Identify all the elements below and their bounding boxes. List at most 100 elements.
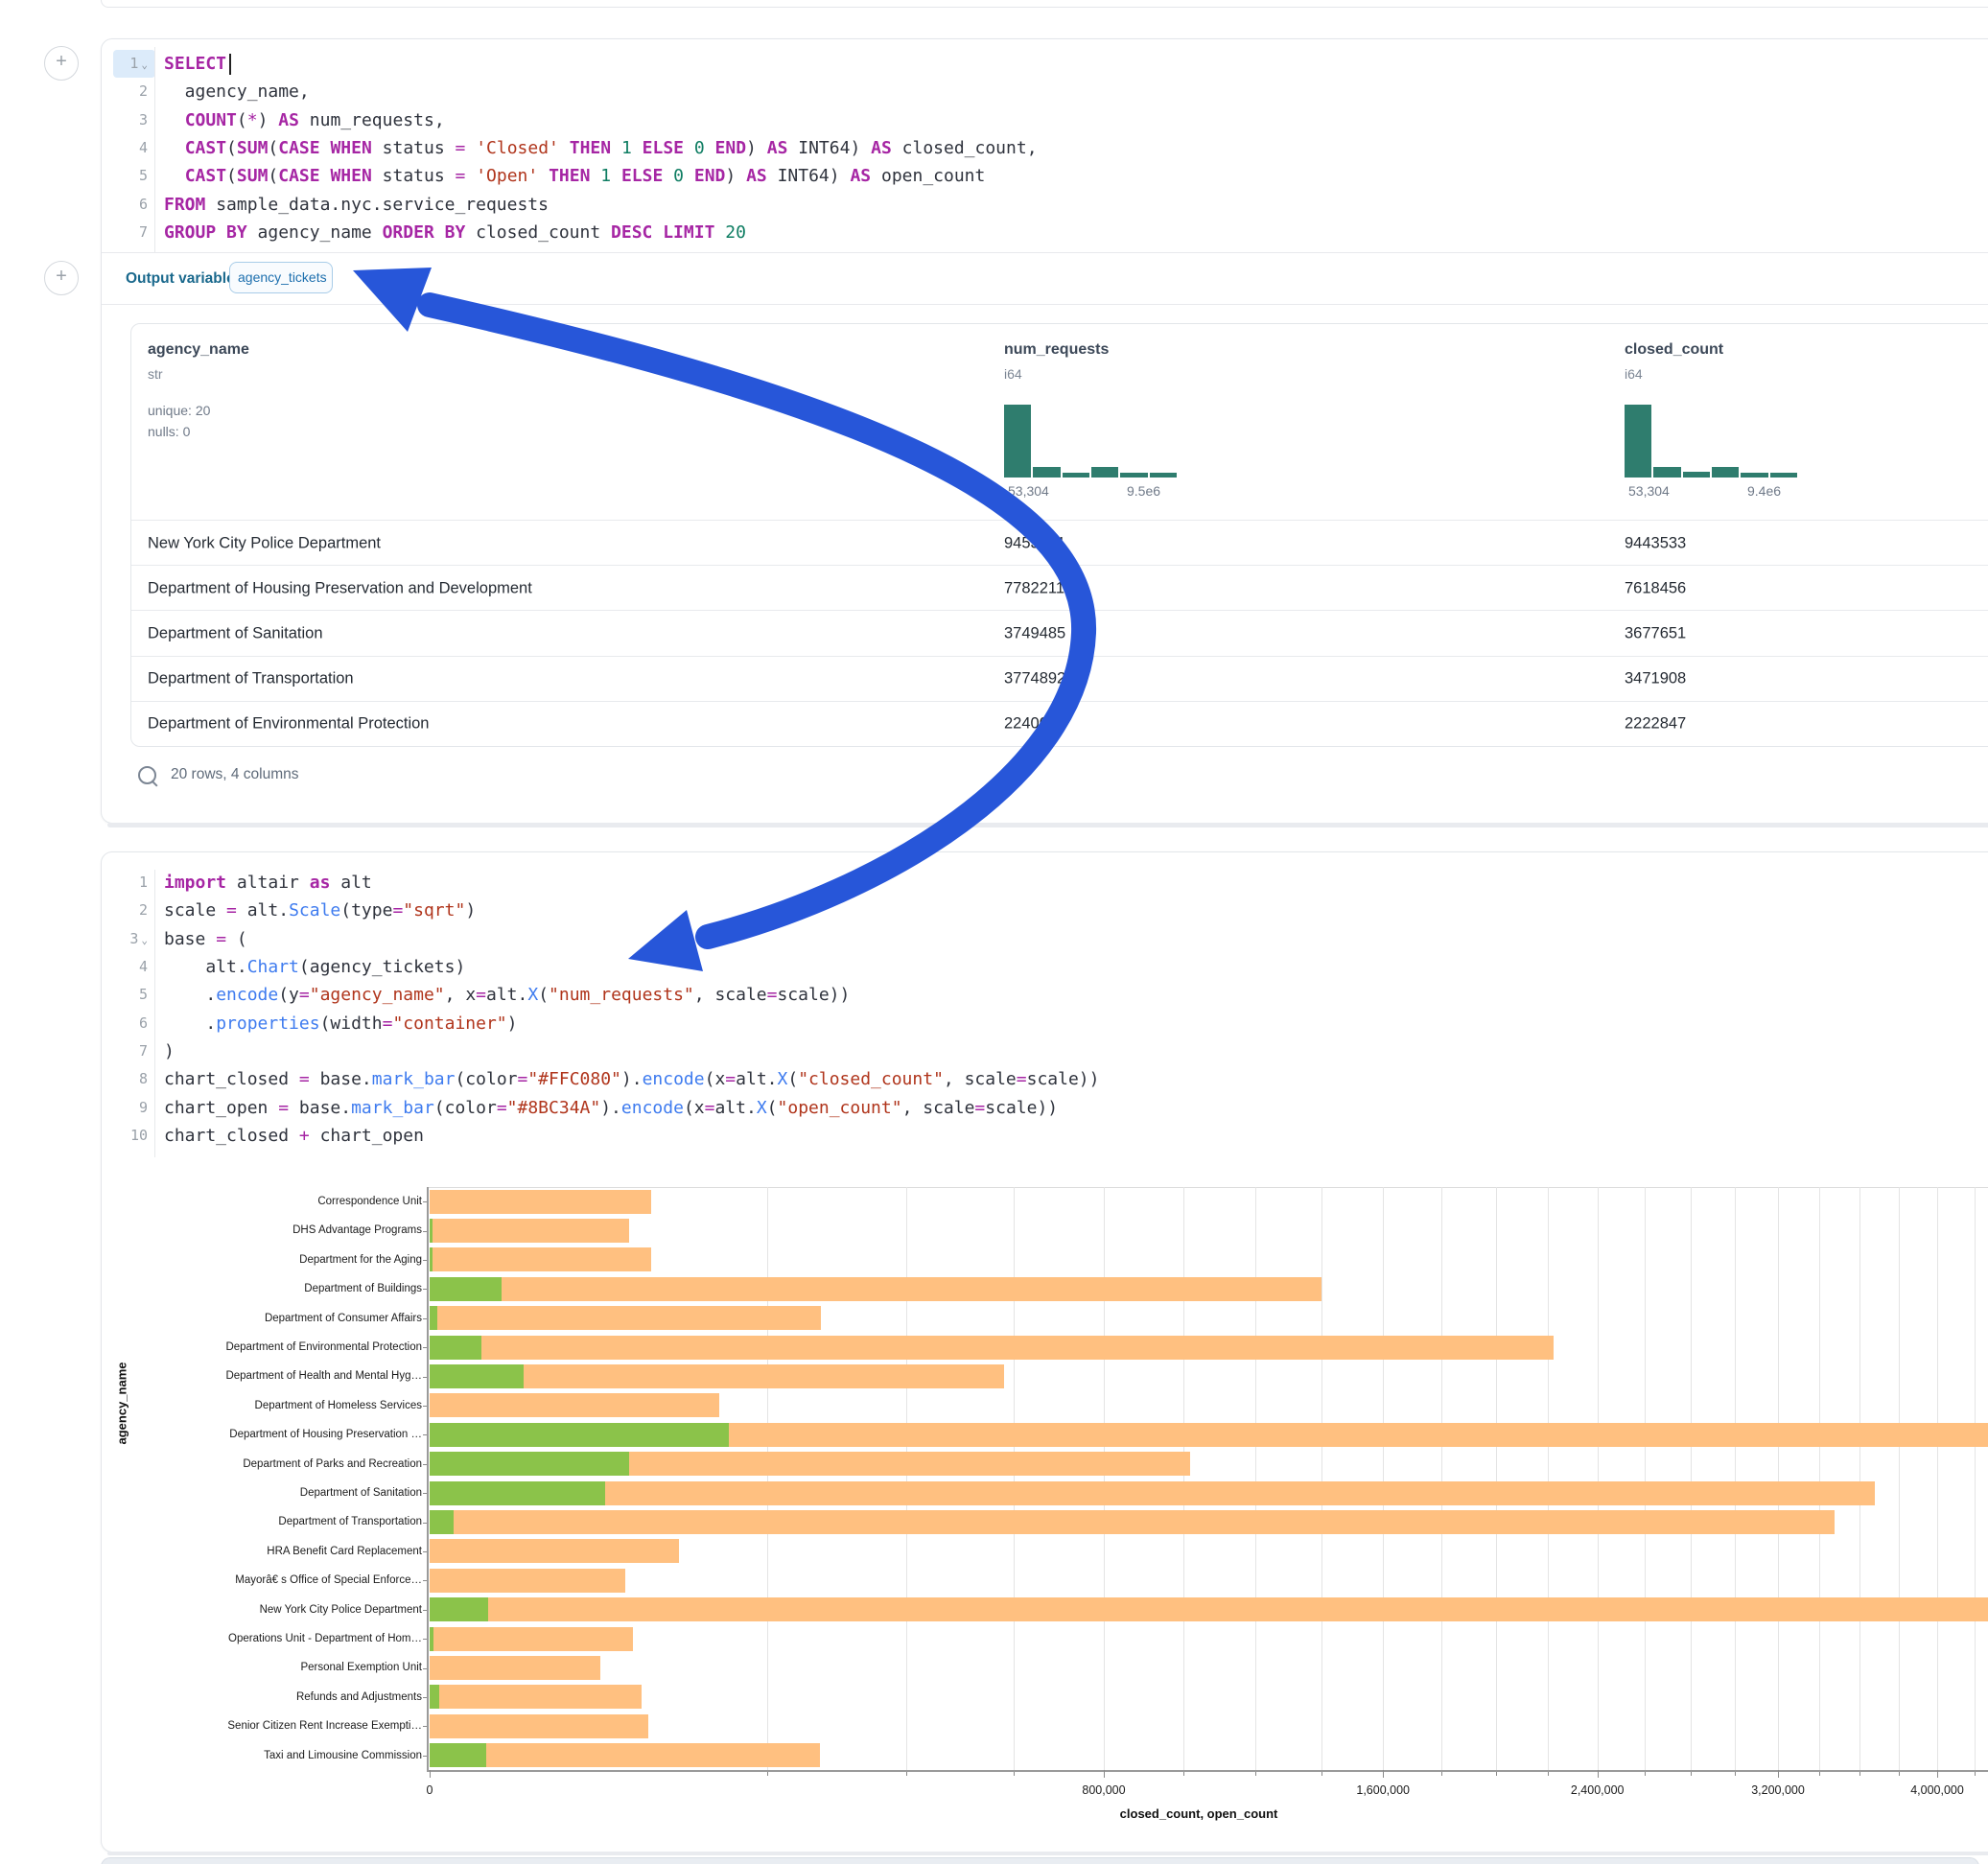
histogram-bar [1712,467,1739,478]
python-cell: 1 import altair as alt 2 scale = alt.Scale(… [101,851,1988,1852]
histogram-bar [1091,467,1118,478]
code-line[interactable]: GROUP BY agency_name ORDER BY closed_cou… [164,219,746,246]
column-header-agency_name[interactable]: agency_name [148,341,249,359]
code-output-separator [102,252,1988,253]
histogram-bar [1683,472,1710,478]
code-line[interactable]: ) [164,1037,175,1065]
column-header-closed_count[interactable]: closed_count [1625,341,1723,359]
code-line[interactable]: .properties(width="container") [164,1010,518,1037]
histogram-bar [1653,467,1680,478]
code-line[interactable]: COUNT(*) AS num_requests, [164,106,445,134]
histogram-bar [1741,473,1767,478]
sql-cell-shadow [107,823,1988,827]
cell-closed-count: 3471908 [1625,670,1686,688]
histogram-max-label: 9.4e6 [1747,483,1781,499]
line-number: 4 [104,134,148,162]
table-footer-summary: 20 rows, 4 columns [171,766,299,783]
line-number: 4 [104,953,148,981]
column-header-num_requests[interactable]: num_requests [1004,341,1109,359]
cell-agency-name: New York City Police Department [148,534,381,552]
next-cell-edge [101,1857,1979,1864]
line-number: 5 [104,981,148,1009]
python-cell-shadow [107,1852,1988,1855]
histogram-bar [1625,405,1651,478]
text-cursor [229,54,231,75]
table-row[interactable]: Department of Transportation 3774892 347… [131,656,1988,702]
histogram-min-label: 53,304 [1628,483,1670,499]
column-dtype: i64 [1625,366,1643,382]
code-line[interactable]: CAST(SUM(CASE WHEN status = 'Closed' THE… [164,134,1038,162]
code-line[interactable]: import altair as alt [164,869,372,897]
line-number: 2 [104,78,148,105]
code-line[interactable]: FROM sample_data.nyc.service_requests [164,191,549,219]
dataframe-table: agency_namestr unique: 20 nulls: 0 num_requ… [130,323,1988,747]
code-line[interactable]: .encode(y="agency_name", x=alt.X("num_re… [164,981,850,1009]
output-separator [102,304,1988,305]
cell-num-requests: 9453131 [1004,534,1065,552]
line-number: 3 [104,106,148,134]
previous-cell-edge [101,0,1988,8]
histogram-max-label: 9.5e6 [1127,483,1160,499]
histogram-min-label: 53,304 [1008,483,1049,499]
cell-agency-name: Department of Sanitation [148,624,323,642]
code-line[interactable]: agency_name, [164,78,310,105]
column-stat: unique: 20 [148,403,210,418]
cell-closed-count: 2222847 [1625,715,1686,734]
cell-num-requests: 7782211 [1004,579,1064,597]
table-row[interactable]: Department of Sanitation 3749485 3677651 [131,610,1988,656]
code-line[interactable]: scale = alt.Scale(type="sqrt") [164,897,476,924]
python-editor[interactable]: 1 import altair as alt 2 scale = alt.Scale(… [102,869,1924,1156]
cell-num-requests: 3774892 [1004,670,1065,688]
line-number: 2 [104,897,148,924]
column-histogram [1004,405,1177,478]
column-stat: nulls: 0 [148,424,190,439]
code-line[interactable]: alt.Chart(agency_tickets) [164,953,465,981]
cell-agency-name: Department of Housing Preservation and D… [148,579,532,597]
fold-chevron-icon[interactable]: ⌄ [141,58,148,71]
cell-num-requests: 2240041 [1004,715,1065,734]
cell-agency-name: Department of Environmental Protection [148,715,429,734]
histogram-bar [1004,405,1031,478]
column-histogram [1625,405,1797,478]
fold-chevron-icon[interactable]: ⌄ [141,934,148,946]
table-row[interactable]: Department of Environmental Protection 2… [131,701,1988,747]
line-number: 9 [104,1094,148,1122]
line-number: 1⌄ [104,50,148,79]
add-cell-button-middle[interactable]: + [44,261,79,295]
line-number: 8 [104,1065,148,1093]
cell-closed-count: 3677651 [1625,624,1686,642]
histogram-bar [1150,473,1177,478]
search-icon[interactable] [138,766,156,784]
code-line[interactable]: chart_closed = base.mark_bar(color="#FFC… [164,1065,1099,1093]
line-number: 6 [104,1010,148,1037]
cell-agency-name: Department of Transportation [148,670,354,688]
column-dtype: str [148,366,163,382]
table-row[interactable]: New York City Police Department 9453131 … [131,520,1988,566]
cell-closed-count: 9443533 [1625,534,1686,552]
code-line[interactable]: chart_closed + chart_open [164,1122,424,1150]
output-variable-pill[interactable]: agency_tickets [229,262,333,293]
histogram-bar [1063,473,1089,478]
sql-editor[interactable]: 1⌄ SELECT 2 agency_name, 3 COUNT(*) AS num_… [102,50,1924,261]
add-cell-button-top[interactable]: + [44,46,79,81]
code-line[interactable]: base = ( [164,925,247,953]
notebook-page: + + 1⌄SELECT2 agency_name,3 COUNT(*) AS … [0,0,1988,1864]
line-number: 5 [104,162,148,190]
code-line[interactable]: chart_open = base.mark_bar(color="#8BC34… [164,1094,1058,1122]
line-number: 7 [104,219,148,246]
histogram-bar [1033,467,1060,478]
histogram-bar [1120,473,1147,478]
code-line[interactable]: SELECT [164,50,231,78]
table-row[interactable]: Department of Housing Preservation and D… [131,565,1988,611]
code-line[interactable]: CAST(SUM(CASE WHEN status = 'Open' THEN … [164,162,985,190]
line-number: 1 [104,869,148,897]
line-number: 10 [104,1122,148,1150]
histogram-bar [1770,473,1797,478]
line-number: 3⌄ [104,925,148,954]
cell-closed-count: 7618456 [1625,579,1686,597]
line-number: 7 [104,1037,148,1065]
output-variable-label: Output variable: [126,270,240,288]
cell-num-requests: 3749485 [1004,624,1065,642]
sql-cell: 1⌄ SELECT 2 agency_name, 3 COUNT(*) AS num_… [101,38,1988,824]
line-number: 6 [104,191,148,219]
